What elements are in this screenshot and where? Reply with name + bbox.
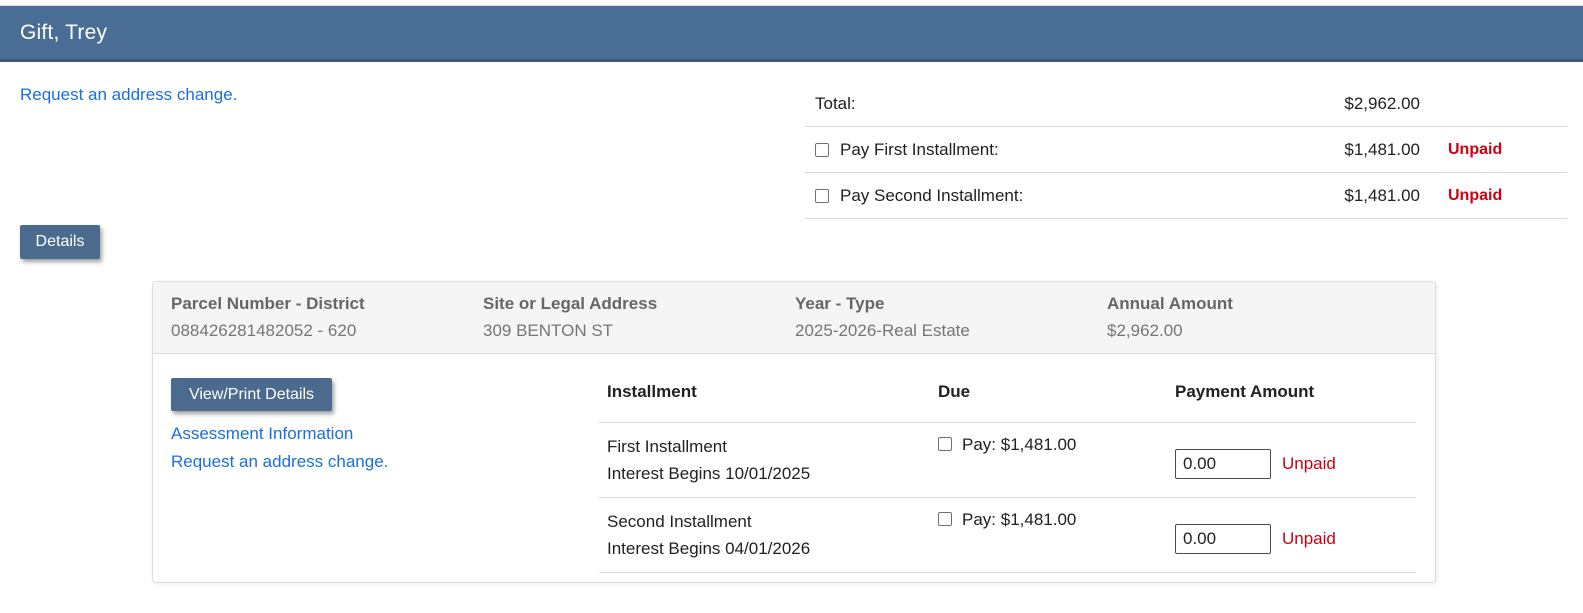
payment-amount-cell: Unpaid bbox=[1159, 498, 1416, 572]
site-address-value: 309 BENTON ST bbox=[483, 321, 614, 340]
annual-amount-label: Annual Amount bbox=[1107, 294, 1233, 313]
row-pay-second-checkbox[interactable] bbox=[938, 512, 952, 526]
installments-table: Installment Due Payment Amount First Ins… bbox=[599, 382, 1416, 573]
pay-first-installment-label: Pay First Installment: bbox=[840, 139, 999, 159]
parcel-actions: View/Print Details Assessment Informatio… bbox=[171, 378, 571, 480]
installment-name-cell: First Installment Interest Begins 10/01/… bbox=[599, 423, 926, 497]
column-header-due: Due bbox=[938, 382, 971, 401]
second-installment-status-badge: Unpaid bbox=[1448, 186, 1503, 204]
column-header-installment: Installment bbox=[607, 382, 697, 401]
payment-summary: Total: $2,962.00 Pay First Installment: … bbox=[805, 81, 1567, 219]
request-address-change-link[interactable]: Request an address change. bbox=[20, 85, 237, 105]
pay-first-installment-checkbox[interactable] bbox=[815, 142, 829, 157]
payment-amount-cell: Unpaid bbox=[1159, 423, 1416, 497]
first-payment-amount-input[interactable] bbox=[1175, 449, 1271, 479]
column-header-payment-amount: Payment Amount bbox=[1175, 382, 1315, 401]
parcel-details-panel: Parcel Number - District 088426281482052… bbox=[152, 281, 1436, 583]
row-pay-first-checkbox[interactable] bbox=[938, 437, 952, 451]
pay-second-installment-checkbox[interactable] bbox=[815, 188, 829, 203]
taxpayer-title-bar: Gift, Trey bbox=[0, 5, 1583, 62]
total-amount: $2,962.00 bbox=[1344, 93, 1420, 113]
year-type-label: Year - Type bbox=[795, 294, 885, 313]
parcel-number-field: Parcel Number - District 088426281482052… bbox=[171, 294, 483, 353]
parcel-number-label: Parcel Number - District bbox=[171, 294, 365, 313]
annual-amount-value: $2,962.00 bbox=[1107, 321, 1183, 340]
year-type-value: 2025-2026-Real Estate bbox=[795, 321, 970, 340]
pay-second-installment-label: Pay Second Installment: bbox=[840, 185, 1024, 205]
assessment-information-link[interactable]: Assessment Information bbox=[171, 424, 353, 444]
table-row-second-installment: Second Installment Interest Begins 04/01… bbox=[599, 498, 1416, 573]
panel-request-address-change-link[interactable]: Request an address change. bbox=[171, 452, 388, 472]
row-pay-second-label: Pay: $1,481.00 bbox=[962, 510, 1077, 529]
first-installment-amount: $1,481.00 bbox=[1344, 139, 1420, 159]
due-cell: Pay: $1,481.00 bbox=[926, 498, 1159, 572]
second-installment-amount: $1,481.00 bbox=[1344, 185, 1420, 205]
taxpayer-name: Gift, Trey bbox=[20, 20, 108, 44]
annual-amount-field: Annual Amount $2,962.00 bbox=[1107, 294, 1419, 353]
installment-name: First Installment bbox=[607, 437, 727, 456]
row-first-status-badge: Unpaid bbox=[1282, 454, 1336, 473]
details-button[interactable]: Details bbox=[20, 225, 100, 259]
total-row: Total: $2,962.00 bbox=[805, 81, 1567, 127]
parcel-summary-header: Parcel Number - District 088426281482052… bbox=[153, 282, 1435, 354]
installment-name: Second Installment bbox=[607, 512, 752, 531]
total-label: Total: bbox=[815, 93, 856, 113]
installment-name-cell: Second Installment Interest Begins 04/01… bbox=[599, 498, 926, 572]
parcel-details-body: View/Print Details Assessment Informatio… bbox=[153, 354, 1435, 582]
site-address-label: Site or Legal Address bbox=[483, 294, 658, 313]
table-row-first-installment: First Installment Interest Begins 10/01/… bbox=[599, 423, 1416, 498]
first-installment-status-badge: Unpaid bbox=[1448, 140, 1503, 158]
interest-begins-note: Interest Begins 10/01/2025 bbox=[607, 464, 811, 483]
year-type-field: Year - Type 2025-2026-Real Estate bbox=[795, 294, 1107, 353]
interest-begins-note: Interest Begins 04/01/2026 bbox=[607, 539, 811, 558]
site-address-field: Site or Legal Address 309 BENTON ST bbox=[483, 294, 795, 353]
second-installment-summary-row: Pay Second Installment: $1,481.00 Unpaid bbox=[805, 173, 1567, 219]
installments-table-header: Installment Due Payment Amount bbox=[599, 382, 1416, 423]
row-second-status-badge: Unpaid bbox=[1282, 529, 1336, 548]
second-payment-amount-input[interactable] bbox=[1175, 524, 1271, 554]
row-pay-first-label: Pay: $1,481.00 bbox=[962, 435, 1077, 454]
first-installment-summary-row: Pay First Installment: $1,481.00 Unpaid bbox=[805, 127, 1567, 173]
view-print-details-button[interactable]: View/Print Details bbox=[171, 378, 332, 411]
due-cell: Pay: $1,481.00 bbox=[926, 423, 1159, 497]
tax-payment-page: Gift, Trey Request an address change. To… bbox=[0, 0, 1583, 613]
parcel-number-value: 088426281482052 - 620 bbox=[171, 321, 357, 340]
